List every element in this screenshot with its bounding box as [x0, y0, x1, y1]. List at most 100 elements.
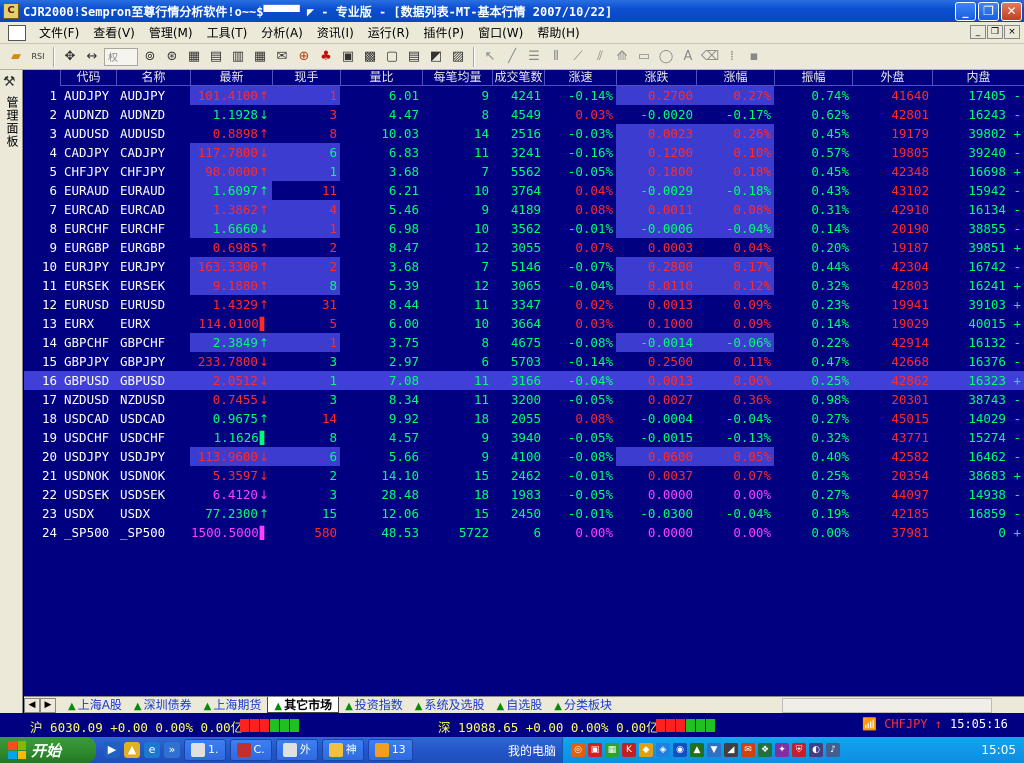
tray-icon[interactable]: ▣ — [588, 743, 602, 757]
rectangle-icon[interactable]: ▭ — [634, 47, 654, 67]
market-tab[interactable]: ▲ 投资指数 — [339, 697, 409, 713]
quote-icon[interactable]: ▣ — [338, 47, 358, 67]
column-header[interactable]: 代码 — [60, 70, 116, 86]
save-icon[interactable]: ▪ — [744, 47, 764, 67]
book-2-icon[interactable]: ▥ — [228, 47, 248, 67]
tray-icon[interactable]: ◐ — [809, 743, 823, 757]
table-row[interactable]: 23 USDX USDX 77.2300↑ 15 12.06 15 2450 -0.01% -0.… — [24, 504, 1024, 523]
mdi-restore-button[interactable]: ❐ — [987, 25, 1003, 39]
menu-item[interactable]: 分析(A) — [254, 24, 310, 41]
market-tab[interactable]: ▲ 自选股 — [491, 697, 549, 713]
document-icon[interactable] — [8, 24, 26, 41]
media-icon[interactable]: ▶ — [104, 742, 120, 758]
picture-icon[interactable]: ▨ — [448, 47, 468, 67]
menu-item[interactable]: 窗口(W) — [471, 24, 530, 41]
table-row[interactable]: 14 GBPCHF GBPCHF 2.3849↑ 1 3.75 8 4675 -0.08% -0.… — [24, 333, 1024, 352]
app-icon[interactable]: C — [3, 3, 19, 19]
menu-item[interactable]: 资讯(I) — [310, 24, 361, 41]
table-row[interactable]: 5 CHFJPY CHFJPY 98.0000↑ 1 3.68 7 5562 -0.05% 0.1… — [24, 162, 1024, 181]
tray-icon[interactable]: ◉ — [673, 743, 687, 757]
horizontal-scrollbar[interactable] — [782, 698, 992, 713]
arrow-icon[interactable]: » — [164, 742, 180, 758]
column-header[interactable]: 现手 — [272, 70, 340, 86]
my-computer-label[interactable]: 我的电脑 — [508, 742, 556, 759]
tray-icon[interactable]: ▲ — [690, 743, 704, 757]
management-panel[interactable]: ⚒ 管理面板 — [0, 70, 23, 714]
tray-icon[interactable]: ◎ — [571, 743, 585, 757]
menu-item[interactable]: 工具(T) — [200, 24, 255, 41]
table-row[interactable]: 12 EURUSD EURUSD 1.4329↑ 31 8.44 11 3347 0.02% 0.… — [24, 295, 1024, 314]
market-tab[interactable]: ▲ 其它市场 — [267, 697, 340, 713]
tray-icon[interactable]: ❖ — [758, 743, 772, 757]
start-button[interactable]: 开始 — [0, 737, 96, 763]
column-header[interactable]: 涨速 — [544, 70, 616, 86]
market-tab[interactable]: ▲ 上海期货 — [198, 697, 268, 713]
grid-icon[interactable]: ▦ — [184, 47, 204, 67]
column-header[interactable]: 涨跌 — [616, 70, 696, 86]
column-header[interactable]: 外盘 — [852, 70, 932, 86]
grid-2-icon[interactable]: ▦ — [250, 47, 270, 67]
mdi-close-button[interactable]: × — [1004, 25, 1020, 39]
rights-select[interactable]: 权 — [104, 47, 138, 66]
table-row[interactable]: 10 EURJPY EURJPY 163.3300↑ 2 3.68 7 5146 -0.07% 0… — [24, 257, 1024, 276]
calc-icon[interactable]: ▩ — [360, 47, 380, 67]
clock[interactable]: 15:05 — [981, 743, 1016, 757]
pointer-icon[interactable]: ↖ — [480, 47, 500, 67]
table-row[interactable]: 19 USDCHF USDCHF 1.1626▌ 8 4.57 9 3940 -0.05% -0.… — [24, 428, 1024, 447]
menu-item[interactable]: 插件(P) — [416, 24, 471, 41]
column-header[interactable]: 内盘 — [932, 70, 1024, 86]
table-row[interactable]: 6 EURAUD EURAUD 1.6097↑ 11 6.21 10 3764 0.04% -0.… — [24, 181, 1024, 200]
dots-icon[interactable]: ⁞ — [722, 47, 742, 67]
menu-item[interactable]: 查看(V) — [86, 24, 142, 41]
tray-icon[interactable]: K — [622, 743, 636, 757]
column-header[interactable]: 名称 — [116, 70, 190, 86]
line-icon[interactable]: ╱ — [502, 47, 522, 67]
table-row[interactable]: 18 USDCAD USDCAD 0.9675↑ 14 9.92 18 2055 0.08% -0… — [24, 409, 1024, 428]
table-row[interactable]: 9 EURGBP EURGBP 0.6985↑ 2 8.47 12 3055 0.07% 0.00… — [24, 238, 1024, 257]
table-row[interactable]: 2 AUDNZD AUDNZD 1.1928↓ 3 4.47 8 4549 0.03% -0.00… — [24, 105, 1024, 124]
table-row[interactable]: 20 USDJPY USDJPY 113.9600↓ 6 5.66 9 4100 -0.08% 0… — [24, 447, 1024, 466]
task-button-1[interactable]: 1. — [184, 739, 226, 761]
table-row[interactable]: 15 GBPJPY GBPJPY 233.7800↓ 3 2.97 6 5703 -0.14% 0… — [24, 352, 1024, 371]
list-icon[interactable]: ▤ — [404, 47, 424, 67]
column-header[interactable]: 量比 — [340, 70, 422, 86]
ie-icon[interactable]: e — [144, 742, 160, 758]
tray-icon[interactable]: ◢ — [724, 743, 738, 757]
arrows-icon[interactable]: ↔ — [82, 47, 102, 67]
menu-item[interactable]: 帮助(H) — [530, 24, 586, 41]
menu-item[interactable]: 管理(M) — [142, 24, 200, 41]
window-icon[interactable]: ▢ — [382, 47, 402, 67]
rsi-indicator-icon[interactable]: RSI — [28, 47, 48, 67]
table-row[interactable]: 1 AUDJPY AUDJPY 101.4100↑ 1 6.01 9 4241 -0.14% 0.… — [24, 86, 1024, 105]
table-row[interactable]: 4 CADJPY CADJPY 117.7800↓ 6 6.83 11 3241 -0.16% 0… — [24, 143, 1024, 162]
binoculars-icon[interactable]: ⊚ — [140, 47, 160, 67]
warning-icon[interactable]: ▲ — [124, 742, 140, 758]
mdi-minimize-button[interactable]: _ — [970, 25, 986, 39]
vertical-lines-icon[interactable]: ⦀ — [546, 47, 566, 67]
menu-item[interactable]: 文件(F) — [32, 24, 86, 41]
close-button[interactable]: ✕ — [1001, 2, 1022, 21]
tray-icon[interactable]: ✉ — [741, 743, 755, 757]
open-folder-icon[interactable]: ▰ — [6, 47, 26, 67]
tab-prev-button[interactable]: ◀ — [24, 697, 40, 713]
column-header[interactable]: 每笔均量 — [422, 70, 492, 86]
column-header[interactable]: 振幅 — [774, 70, 852, 86]
mail-icon[interactable]: ✉ — [272, 47, 292, 67]
tray-icon[interactable]: ◈ — [656, 743, 670, 757]
tray-icon[interactable]: ✦ — [775, 743, 789, 757]
table-row[interactable]: 13 EURX EURX 114.0100▌ 5 6.00 10 3664 0.03% 0.100… — [24, 314, 1024, 333]
text-icon[interactable]: A — [678, 47, 698, 67]
table-row[interactable]: 3 AUDUSD AUDUSD 0.8898↑ 8 10.03 14 2516 -0.03% 0.… — [24, 124, 1024, 143]
ellipse-icon[interactable]: ◯ — [656, 47, 676, 67]
market-tab[interactable]: ▲ 分类板块 — [548, 697, 618, 713]
eraser-icon[interactable]: ⌫ — [700, 47, 720, 67]
tray-icon[interactable]: ▼ — [707, 743, 721, 757]
table-row[interactable]: 22 USDSEK USDSEK 6.4120↓ 3 28.48 18 1983 -0.05% 0… — [24, 485, 1024, 504]
table-row[interactable]: 16 GBPUSD GBPUSD 2.0512↓ 1 7.08 11 3166 -0.04% 0.… — [24, 371, 1024, 390]
tray-icon[interactable]: ⛨ — [792, 743, 806, 757]
market-tab[interactable]: ▲ 上海A股 — [62, 697, 128, 713]
column-header[interactable]: 成交笔数 — [492, 70, 544, 86]
market-tab[interactable]: ▲ 深圳债券 — [128, 697, 198, 713]
table-row[interactable]: 24 _SP500 _SP500 1500.5000▌ 580 48.53 5722 6 0.0… — [24, 523, 1024, 542]
volume-icon[interactable]: ♪ — [826, 743, 840, 757]
